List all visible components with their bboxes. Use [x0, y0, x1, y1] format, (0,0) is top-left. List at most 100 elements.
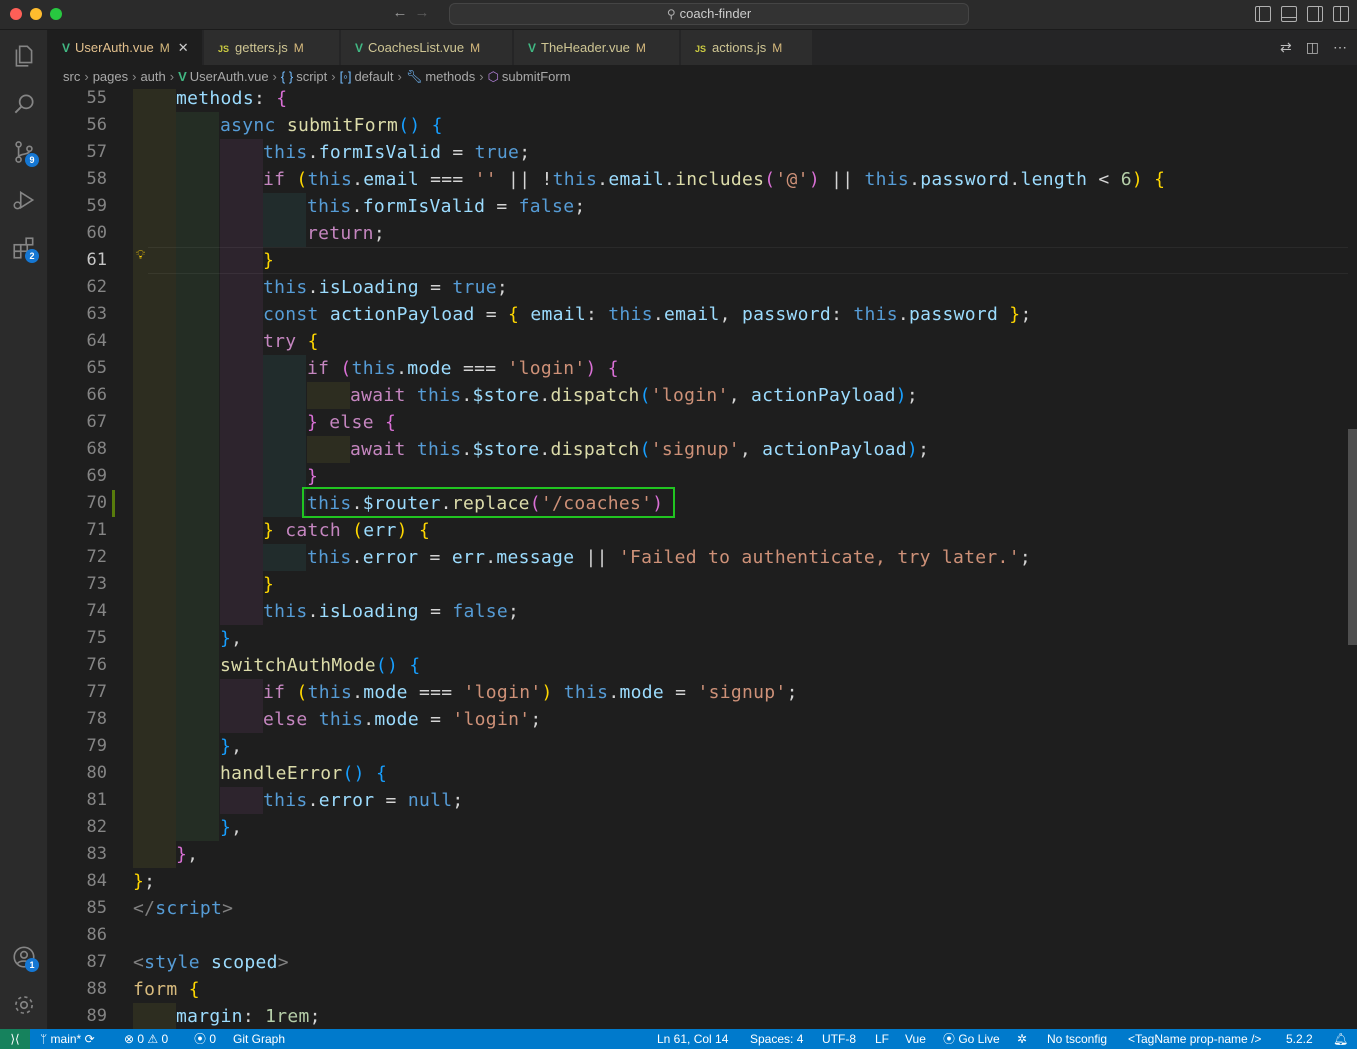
line-number: 76	[86, 655, 107, 675]
highlight-annotation-box	[302, 487, 675, 518]
line-number: 64	[86, 331, 107, 351]
code-line: 88 form {	[48, 976, 1348, 1003]
customize-layout-icon[interactable]	[1333, 6, 1349, 22]
breadcrumb-item[interactable]: pages	[93, 69, 128, 84]
accounts-button[interactable]: 1	[0, 933, 48, 981]
tagname-status[interactable]: <TagName prop-name />	[1128, 1029, 1261, 1049]
toggle-primary-sidebar-icon[interactable]	[1255, 6, 1271, 22]
code-line: 55 methods: {	[48, 89, 1348, 112]
version-status[interactable]: 5.2.2	[1286, 1029, 1313, 1049]
editor-tab-bar: V UserAuth.vue M ✕ JS getters.js M V CoachesLi…	[48, 30, 1357, 65]
code-editor[interactable]: 55 methods: { 56 async submitForm() { 57…	[48, 89, 1348, 1029]
line-number: 55	[86, 89, 107, 108]
line-number: 69	[86, 466, 107, 486]
code-line: 69 }	[48, 463, 1348, 490]
modified-indicator: M	[635, 41, 646, 55]
code-line: 68 await this.$store.dispatch('signup', …	[48, 436, 1348, 463]
breadcrumb-item[interactable]: auth	[140, 69, 165, 84]
source-control-button[interactable]: 9	[0, 128, 48, 176]
vue-file-icon: V	[528, 41, 537, 55]
breadcrumb-item[interactable]: UserAuth.vue	[190, 69, 269, 84]
back-arrow-icon[interactable]: ←	[392, 4, 414, 21]
prettier-icon[interactable]: ✲	[1017, 1029, 1027, 1049]
code-line: 71 } catch (err) {	[48, 517, 1348, 544]
run-debug-button[interactable]	[0, 176, 48, 224]
tab-theheader-vue[interactable]: V TheHeader.vue M	[514, 30, 680, 65]
activity-bar: 9 2 1	[0, 30, 48, 1029]
editor-scrollbar[interactable]	[1348, 89, 1357, 1029]
chevron-right-icon: ›	[331, 69, 336, 84]
go-live-button[interactable]: ⦿ Go Live	[943, 1029, 1000, 1049]
bell-icon[interactable]: 🔔︎	[1333, 1029, 1348, 1049]
end-of-line[interactable]: LF	[875, 1029, 889, 1049]
broadcast-icon: ⦿	[194, 1032, 210, 1046]
language-mode[interactable]: Vue	[905, 1029, 926, 1049]
code-line: 70 this.$router.replace('/coaches')	[48, 490, 1348, 517]
code-line-current: 61 💡︎ }	[48, 247, 1348, 274]
breadcrumb-item[interactable]: default	[354, 69, 393, 84]
vue-file-icon: V	[355, 41, 364, 55]
code-line: 63 const actionPayload = { email: this.e…	[48, 301, 1348, 328]
tab-getters-js[interactable]: JS getters.js M	[204, 30, 340, 65]
vue-file-icon: V	[62, 41, 71, 55]
breadcrumb: src › pages › auth › V UserAuth.vue ›{ } script ›[…	[48, 65, 1357, 89]
open-changes-icon[interactable]: ⇄	[1280, 39, 1292, 56]
line-number: 82	[86, 817, 107, 837]
line-number: 66	[86, 385, 107, 405]
branch-icon: ᛘ	[40, 1032, 51, 1046]
line-number: 81	[86, 790, 107, 810]
status-bar: ⟩⟨ ᛘ main* ⟳ ⊗ 0 ⚠ 0 ⦿ 0 Git Graph Ln 61…	[0, 1029, 1357, 1049]
warning-icon: ⚠	[147, 1032, 162, 1046]
breadcrumb-item[interactable]: script	[296, 69, 327, 84]
line-number: 80	[86, 763, 107, 783]
more-actions-icon[interactable]: ⋯	[1333, 39, 1347, 56]
breadcrumb-item[interactable]: methods	[425, 69, 475, 84]
explorer-button[interactable]	[0, 32, 48, 80]
line-number: 79	[86, 736, 107, 756]
code-line: 82 },	[48, 814, 1348, 841]
close-window-button[interactable]	[10, 8, 22, 20]
forward-arrow-icon[interactable]: →	[414, 4, 436, 21]
js-file-icon: JS	[218, 44, 230, 54]
code-line: 85 </script>	[48, 895, 1348, 922]
wrench-icon: 🔧︎	[405, 69, 423, 84]
chevron-right-icon: ›	[84, 69, 89, 84]
maximize-window-button[interactable]	[50, 8, 62, 20]
scrollbar-thumb[interactable]	[1348, 429, 1357, 645]
remote-indicator[interactable]: ⟩⟨	[0, 1029, 30, 1049]
encoding[interactable]: UTF-8	[822, 1029, 856, 1049]
go-live-label: Go Live	[958, 1032, 1000, 1046]
close-tab-icon[interactable]: ✕	[178, 40, 189, 55]
command-center-search[interactable]: ⚲ coach-finder	[449, 3, 969, 25]
tab-actions-js[interactable]: JS actions.js M	[681, 30, 813, 65]
problems-indicator[interactable]: ⊗ 0 ⚠ 0	[124, 1029, 168, 1049]
split-editor-icon[interactable]: ◫	[1306, 39, 1319, 56]
toggle-panel-icon[interactable]	[1281, 6, 1297, 22]
code-line: 75 },	[48, 625, 1348, 652]
extensions-button[interactable]: 2	[0, 224, 48, 272]
tab-coacheslist-vue[interactable]: V CoachesList.vue M	[341, 30, 513, 65]
code-line: 64 try {	[48, 328, 1348, 355]
modified-indicator: M	[772, 41, 783, 55]
indentation[interactable]: Spaces: 4	[750, 1029, 803, 1049]
manage-button[interactable]	[0, 981, 48, 1029]
tab-userauth-vue[interactable]: V UserAuth.vue M ✕	[48, 30, 203, 65]
search-button[interactable]	[0, 80, 48, 128]
breadcrumb-item[interactable]: src	[63, 69, 80, 84]
tsconfig-status[interactable]: No tsconfig	[1047, 1029, 1107, 1049]
line-number: 71	[86, 520, 107, 540]
ports-indicator[interactable]: ⦿ 0	[194, 1029, 216, 1049]
git-graph-button[interactable]: Git Graph	[233, 1029, 285, 1049]
code-line: 81 this.error = null;	[48, 787, 1348, 814]
cursor-position[interactable]: Ln 61, Col 14	[657, 1029, 728, 1049]
modified-indicator: M	[470, 41, 481, 55]
line-number: 58	[86, 169, 107, 189]
code-line: 79 },	[48, 733, 1348, 760]
code-line: 86	[48, 922, 1348, 949]
breadcrumb-item[interactable]: submitForm	[502, 69, 571, 84]
line-number: 84	[86, 871, 107, 891]
minimize-window-button[interactable]	[30, 8, 42, 20]
branch-indicator[interactable]: ᛘ main* ⟳	[40, 1029, 95, 1049]
line-number: 78	[86, 709, 107, 729]
toggle-secondary-sidebar-icon[interactable]	[1307, 6, 1323, 22]
